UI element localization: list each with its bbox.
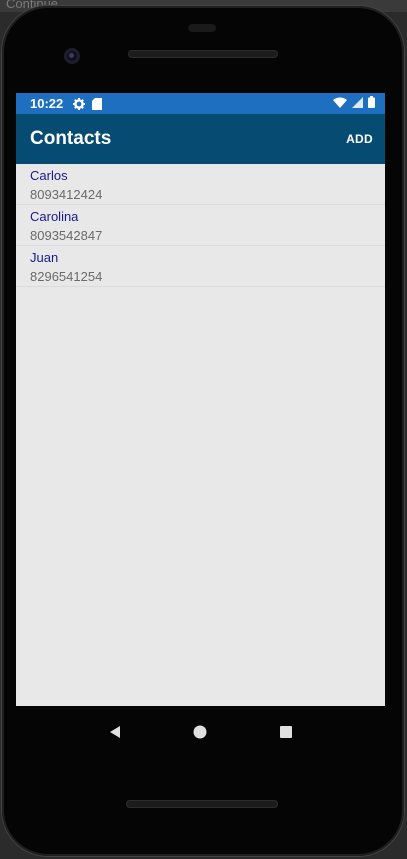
home-button[interactable] bbox=[185, 717, 215, 747]
status-right-icons bbox=[333, 96, 375, 111]
back-icon bbox=[109, 726, 120, 738]
bottom-speaker-grille bbox=[126, 800, 278, 808]
settings-icon bbox=[73, 97, 86, 110]
recents-button[interactable] bbox=[271, 717, 301, 747]
battery-icon bbox=[368, 96, 375, 111]
contact-name: Carlos bbox=[30, 168, 68, 183]
contact-phone: 8093542847 bbox=[30, 228, 103, 243]
contact-name: Juan bbox=[30, 250, 59, 265]
back-button[interactable] bbox=[100, 717, 130, 747]
recents-icon bbox=[280, 726, 293, 738]
contact-list: Carlos 8093412424 Carolina 8093542847 Ju… bbox=[16, 164, 385, 287]
contact-phone: 8296541254 bbox=[30, 269, 103, 284]
page-title: Contacts bbox=[30, 128, 112, 149]
status-time: 10:22 bbox=[30, 96, 64, 111]
device-screen: 10:22 Contacts ADD Carlos 8093412424 Car… bbox=[16, 93, 385, 706]
sd-card-icon bbox=[92, 97, 103, 110]
wifi-icon bbox=[333, 96, 347, 111]
home-icon bbox=[193, 725, 207, 739]
navigation-bar bbox=[16, 706, 385, 758]
emulator-window: Continue 10:22 Contacts ADD Carlos 80934… bbox=[0, 0, 407, 859]
list-item[interactable]: Carolina 8093542847 bbox=[16, 205, 385, 246]
contact-phone: 8093412424 bbox=[30, 187, 103, 202]
list-item[interactable]: Carlos 8093412424 bbox=[16, 164, 385, 205]
list-item[interactable]: Juan 8296541254 bbox=[16, 246, 385, 287]
contact-name: Carolina bbox=[30, 209, 79, 224]
add-contact-button[interactable]: ADD bbox=[344, 128, 375, 150]
front-camera-icon bbox=[64, 48, 80, 64]
app-toolbar: Contacts ADD bbox=[16, 114, 385, 164]
status-bar: 10:22 bbox=[16, 93, 385, 114]
sensor-notch bbox=[188, 24, 216, 32]
signal-icon bbox=[352, 96, 363, 111]
top-speaker-grille bbox=[128, 50, 278, 58]
